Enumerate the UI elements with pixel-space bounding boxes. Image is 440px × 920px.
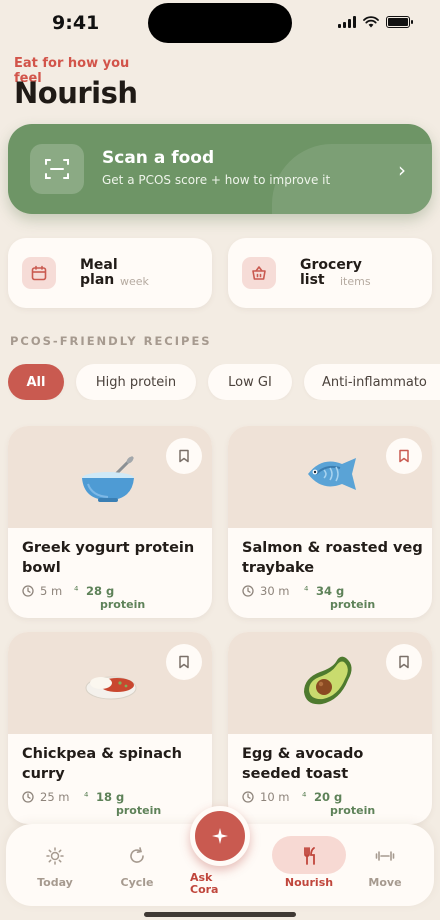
recipe-protein-label: protein bbox=[330, 598, 376, 611]
scan-subtitle: Get a PCOS score + how to improve it bbox=[102, 173, 331, 187]
clock-icon bbox=[22, 791, 34, 803]
chip-low-gi[interactable]: Low GI bbox=[208, 364, 292, 400]
recipe-protein-grams: 28 g bbox=[86, 584, 115, 598]
status-bar: 9:41 bbox=[0, 0, 440, 50]
tab-cycle[interactable]: Cycle bbox=[102, 846, 172, 889]
scan-frame-icon bbox=[30, 144, 84, 194]
meal-plan-card[interactable]: Meal plan week bbox=[8, 238, 212, 308]
bookmark-icon bbox=[179, 655, 189, 669]
protein-icon: ⁴ bbox=[84, 790, 89, 803]
fish-icon bbox=[308, 458, 356, 490]
grocery-list-subtitle: items bbox=[340, 275, 371, 288]
scan-title: Scan a food bbox=[102, 148, 215, 168]
recipe-meta: 25 m ⁴ 18 g protein bbox=[22, 790, 212, 820]
tab-nourish[interactable]: Nourish bbox=[272, 836, 346, 889]
tab-nourish-label: Nourish bbox=[284, 876, 334, 889]
meal-plan-subtitle: week bbox=[120, 275, 149, 288]
status-icons bbox=[338, 16, 413, 28]
bowl-icon bbox=[82, 456, 134, 502]
recipe-protein-grams: 20 g bbox=[314, 790, 343, 804]
page-title: Nourish bbox=[14, 76, 138, 110]
home-indicator bbox=[144, 912, 296, 917]
cycle-icon bbox=[130, 847, 144, 863]
bookmark-button[interactable] bbox=[166, 644, 202, 680]
chip-anti-inflammatory[interactable]: Anti-inflammato bbox=[304, 364, 440, 400]
clock-icon bbox=[242, 585, 254, 597]
recipe-card[interactable]: Greek yogurt protein bowl 5 m ⁴ 28 g pro… bbox=[8, 426, 212, 618]
bookmark-button[interactable] bbox=[386, 644, 422, 680]
tab-today[interactable]: Today bbox=[20, 846, 90, 889]
recipe-title: Egg & avocado seeded toast bbox=[242, 746, 364, 782]
recipe-title: Salmon & roasted veg traybake bbox=[242, 540, 423, 576]
recipe-meta: 30 m ⁴ 34 g protein bbox=[242, 584, 432, 614]
recipe-protein-label: protein bbox=[100, 598, 146, 611]
recipe-card[interactable]: Chickpea & spinach curry 25 m ⁴ 18 g pro… bbox=[8, 632, 212, 824]
recipe-time: 25 m bbox=[40, 790, 70, 804]
recipe-title: Greek yogurt protein bowl bbox=[22, 540, 195, 576]
tab-today-label: Today bbox=[37, 876, 73, 889]
recipe-card[interactable]: Egg & avocado seeded toast 10 m ⁴ 20 g p… bbox=[228, 632, 432, 824]
status-time: 9:41 bbox=[52, 12, 100, 34]
bookmark-icon bbox=[399, 449, 409, 463]
section-label: PCOS-FRIENDLY RECIPES bbox=[10, 334, 212, 348]
ask-cora-button[interactable] bbox=[190, 806, 250, 866]
sun-icon bbox=[46, 847, 64, 865]
chip-high-protein[interactable]: High protein bbox=[76, 364, 196, 400]
recipe-time: 10 m bbox=[260, 790, 290, 804]
bookmark-button[interactable] bbox=[386, 438, 422, 474]
recipe-protein-label: protein bbox=[330, 804, 376, 817]
protein-icon: ⁴ bbox=[302, 790, 307, 803]
recipe-meta: 5 m ⁴ 28 g protein bbox=[22, 584, 212, 614]
recipe-meta: 10 m ⁴ 20 g protein bbox=[242, 790, 432, 820]
recipe-protein-grams: 18 g bbox=[96, 790, 125, 804]
chip-all[interactable]: All bbox=[8, 364, 64, 400]
battery-icon bbox=[386, 16, 413, 28]
recipe-card[interactable]: Salmon & roasted veg traybake 30 m ⁴ 34 … bbox=[228, 426, 432, 618]
dynamic-island bbox=[148, 3, 292, 43]
bookmark-icon bbox=[179, 449, 189, 463]
wifi-icon bbox=[363, 16, 379, 28]
tab-move-label: Move bbox=[368, 876, 402, 889]
tab-move[interactable]: Move bbox=[350, 846, 420, 889]
protein-icon: ⁴ bbox=[304, 584, 309, 597]
clock-icon bbox=[22, 585, 34, 597]
ask-cora-label: Ask Cora bbox=[190, 871, 219, 896]
bookmark-button[interactable] bbox=[166, 438, 202, 474]
scan-food-card[interactable]: Scan a food Get a PCOS score + how to im… bbox=[8, 124, 432, 214]
grocery-list-card[interactable]: Grocery list items bbox=[228, 238, 432, 308]
calendar-icon bbox=[22, 257, 56, 289]
avocado-icon bbox=[304, 656, 352, 705]
recipe-protein-grams: 34 g bbox=[316, 584, 345, 598]
bookmark-icon bbox=[399, 655, 409, 669]
sparkle-icon bbox=[212, 828, 228, 844]
cellular-signal-icon bbox=[338, 16, 356, 28]
recipe-protein-label: protein bbox=[116, 804, 162, 817]
basket-icon bbox=[242, 257, 276, 289]
curry-icon bbox=[85, 676, 137, 700]
utensils-icon bbox=[304, 847, 315, 865]
recipe-title: Chickpea & spinach curry bbox=[22, 746, 182, 782]
chevron-right-icon: › bbox=[398, 158, 406, 182]
filter-chips: All High protein Low GI Anti-inflammato bbox=[8, 364, 440, 400]
dumbbell-icon bbox=[375, 851, 395, 861]
recipe-time: 30 m bbox=[260, 584, 290, 598]
recipe-time: 5 m bbox=[40, 584, 63, 598]
tab-cycle-label: Cycle bbox=[120, 876, 154, 889]
protein-icon: ⁴ bbox=[74, 584, 79, 597]
clock-icon bbox=[242, 791, 254, 803]
